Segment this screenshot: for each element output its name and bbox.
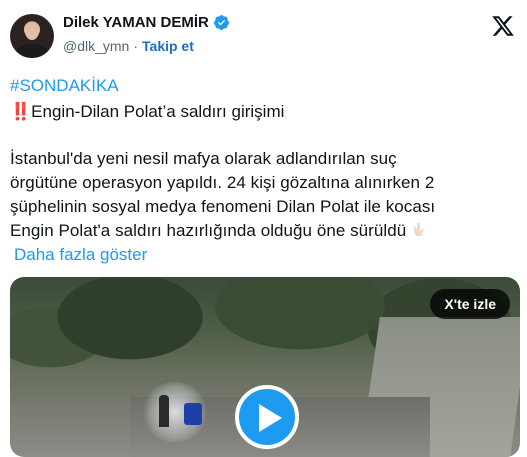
hashtag-link[interactable]: #SONDAKİKA — [10, 74, 520, 98]
verified-badge-icon — [213, 15, 229, 30]
author-name[interactable]: Dilek YAMAN DEMİR — [63, 14, 209, 31]
play-button[interactable] — [235, 385, 299, 449]
author-handle[interactable]: @dlk_ymn — [63, 38, 129, 54]
pointing-down-emoji-icon — [414, 223, 424, 236]
video-frame-person — [159, 395, 169, 427]
play-icon — [259, 404, 282, 432]
double-exclamation-icon: ‼️ — [10, 102, 31, 121]
headline-text: Engin-Dilan Polat’a saldırı girişimi — [31, 102, 285, 121]
tweet-body: İstanbul'da yeni nesil mafya olarak adla… — [10, 147, 520, 243]
show-more-link[interactable]: Daha fazla göster — [14, 243, 524, 267]
separator-dot: · — [133, 38, 139, 54]
x-logo-icon[interactable] — [491, 14, 515, 38]
body-line: Engin Polat'a saldırı hazırlığında olduğ… — [10, 221, 407, 240]
watch-on-x-button[interactable]: X'te izle — [430, 289, 510, 319]
body-line: şüphelinin sosyal medya fenomeni Dilan P… — [10, 197, 436, 216]
author-handle-row: @dlk_ymn · Takip et — [63, 38, 194, 54]
author-avatar[interactable] — [10, 14, 54, 58]
follow-button[interactable]: Takip et — [142, 38, 194, 54]
tweet-headline: ‼️ Engin-Dilan Polat’a saldırı girişimi — [10, 100, 520, 124]
body-line: örgütüne operasyon yapıldı. 24 kişi göza… — [10, 173, 435, 192]
author-name-row[interactable]: Dilek YAMAN DEMİR — [63, 14, 230, 31]
video-player[interactable]: X'te izle — [10, 277, 520, 457]
body-line: İstanbul'da yeni nesil mafya olarak adla… — [10, 149, 397, 168]
video-frame-scooter — [184, 403, 202, 425]
tweet-header: Dilek YAMAN DEMİR @dlk_ymn · Takip et — [0, 0, 527, 70]
body-line-last: Engin Polat'a saldırı hazırlığında olduğ… — [10, 219, 520, 243]
